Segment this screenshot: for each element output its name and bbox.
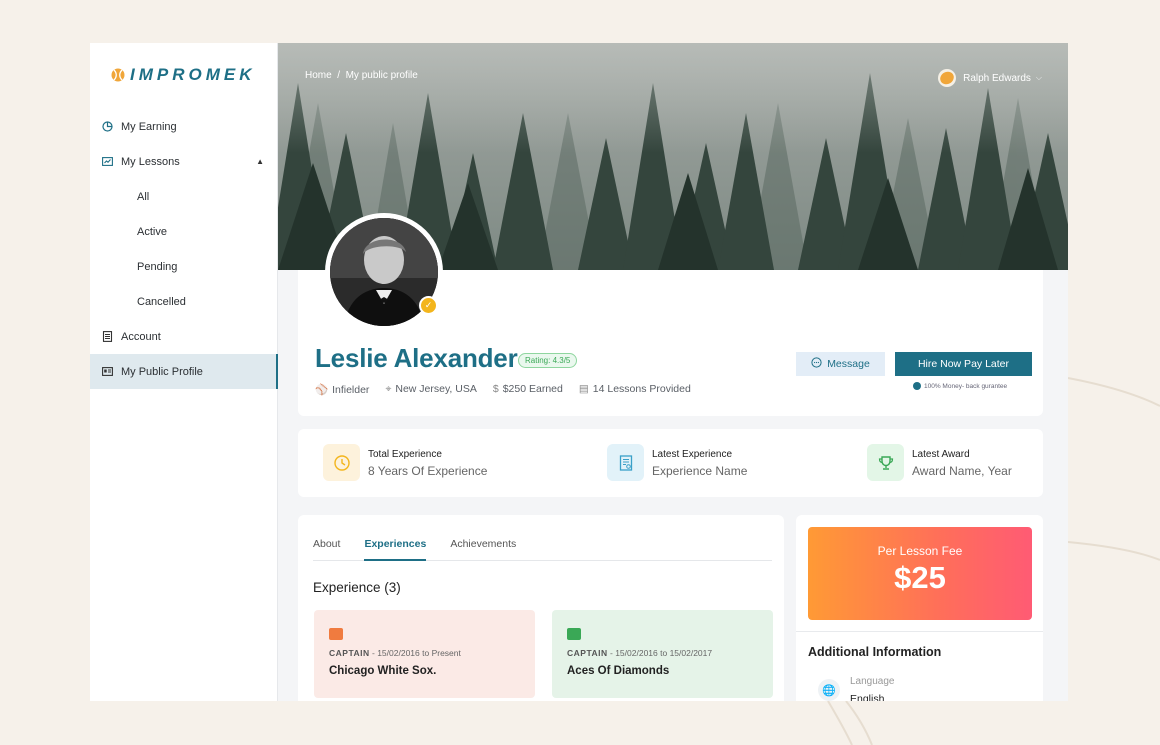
sidebar-item-label: Account <box>121 330 161 343</box>
breadcrumb: Home / My public profile <box>305 70 418 81</box>
tab-achievements[interactable]: Achievements <box>450 538 516 561</box>
sidebar-subitem-pending[interactable]: Pending <box>90 249 278 284</box>
meta-position: ⚾ Infielder <box>315 384 370 396</box>
experience-team: Aces Of Diamonds <box>567 665 670 677</box>
chart-box-icon <box>102 156 113 167</box>
user-avatar <box>938 69 957 87</box>
stat-label: Latest Award <box>912 449 970 460</box>
profile-name: Leslie Alexander <box>315 343 518 373</box>
stat-label: Latest Experience <box>652 449 733 460</box>
sidebar: IMPROMEK My Earning My Lessons ▲ All Act… <box>90 43 278 701</box>
meta-earned: $ $250 Earned <box>492 383 563 395</box>
experience-role: CAPTAIN - 15/02/2016 to Present <box>329 648 461 658</box>
fee-card: Per Lesson Fee $25 Additional Informatio… <box>796 515 1043 701</box>
language-value: English <box>850 693 885 701</box>
id-card-icon <box>102 366 113 377</box>
sidebar-subitem-active[interactable]: Active <box>90 214 278 249</box>
message-button-label: Message <box>827 358 870 370</box>
profile-tabs: About Experiences Achievements <box>313 538 772 561</box>
logo[interactable]: IMPROMEK <box>110 65 256 85</box>
hire-now-button[interactable]: Hire Now Pay Later <box>895 352 1032 376</box>
globe-icon: 🌐 <box>818 679 840 701</box>
stat-label: Total Experience <box>368 449 442 460</box>
chat-bubble-icon <box>811 357 822 371</box>
tab-experiences[interactable]: Experiences <box>364 538 427 561</box>
chevron-down-icon: ⌵ <box>1035 73 1042 82</box>
meta-lessons: ▤ 14 Lessons Provided <box>578 383 691 395</box>
breadcrumb-current: My public profile <box>345 70 418 81</box>
certificate-icon <box>607 444 644 481</box>
profile-meta: ⚾ Infielder ⌖ New Jersey, USA $ $250 Earned… <box>315 383 691 396</box>
calendar-check-icon <box>567 628 581 640</box>
user-menu[interactable]: Ralph Edwards ⌵ <box>938 69 1042 87</box>
money-back-note: 100% Money- back gurantee <box>913 382 1007 390</box>
sidebar-item-label: My Public Profile <box>121 365 203 378</box>
stat-total-experience: Total Experience 8 Years Of Experience <box>323 444 487 481</box>
experience-item[interactable]: CAPTAIN - 15/02/2016 to Present Chicago … <box>314 610 535 698</box>
divider <box>796 631 1043 632</box>
sidebar-item-my-public-profile[interactable]: My Public Profile <box>90 354 278 389</box>
verified-badge-icon: ✓ <box>419 296 438 315</box>
rating-badge: Rating: 4.3/5 <box>518 353 578 368</box>
location-pin-icon: ⌖ <box>385 383 392 395</box>
stat-value: Experience Name <box>652 464 748 478</box>
tab-about[interactable]: About <box>313 538 340 561</box>
sidebar-item-label: Pending <box>137 260 178 273</box>
clock-icon <box>323 444 360 481</box>
message-button[interactable]: Message <box>796 352 885 376</box>
trophy-icon <box>867 444 904 481</box>
stat-latest-award: Latest Award Award Name, Year <box>867 444 1012 481</box>
sidebar-item-label: All <box>137 190 150 203</box>
shield-icon <box>913 382 921 390</box>
app-window: IMPROMEK My Earning My Lessons ▲ All Act… <box>90 43 1068 701</box>
sidebar-item-label: Active <box>137 225 167 238</box>
fee-label: Per Lesson Fee <box>877 544 963 558</box>
stat-value: 8 Years Of Experience <box>368 464 488 478</box>
meta-location: ⌖ New Jersey, USA <box>385 383 477 395</box>
document-icon <box>102 331 113 342</box>
logo-text: IMPROMEK <box>130 65 256 84</box>
sidebar-item-label: Cancelled <box>137 295 186 308</box>
experience-team: Chicago White Sox. <box>329 665 437 677</box>
breadcrumb-home-link[interactable]: Home <box>305 70 332 81</box>
sidebar-item-my-lessons[interactable]: My Lessons ▲ <box>90 144 278 179</box>
calendar-check-icon <box>329 628 343 640</box>
experience-card: About Experiences Achievements Experienc… <box>298 515 784 701</box>
additional-info-title: Additional Information <box>808 645 942 659</box>
per-lesson-fee-banner: Per Lesson Fee $25 <box>808 527 1032 620</box>
experience-role: CAPTAIN - 15/02/2016 to 15/02/2017 <box>567 648 713 658</box>
experience-title: Experience (3) <box>313 580 401 595</box>
baseball-logo-icon <box>111 68 125 82</box>
language-label: Language <box>850 676 895 687</box>
stats-card: Total Experience 8 Years Of Experience L… <box>298 429 1043 497</box>
player-icon: ⚾ <box>315 384 329 396</box>
sidebar-item-account[interactable]: Account <box>90 319 278 354</box>
experience-item[interactable]: CAPTAIN - 15/02/2016 to 15/02/2017 Aces … <box>552 610 773 698</box>
stat-value: Award Name, Year <box>912 464 1012 478</box>
sidebar-item-label: My Lessons <box>121 155 180 168</box>
breadcrumb-separator: / <box>337 70 341 81</box>
chevron-up-icon[interactable]: ▲ <box>256 157 264 166</box>
user-name: Ralph Edwards <box>963 72 1031 84</box>
sidebar-subitem-cancelled[interactable]: Cancelled <box>90 284 278 319</box>
stat-latest-experience: Latest Experience Experience Name <box>607 444 747 481</box>
dollar-circle-icon: $ <box>492 383 499 395</box>
sidebar-item-my-earning[interactable]: My Earning <box>90 109 278 144</box>
list-box-icon: ▤ <box>578 383 589 395</box>
sidebar-subitem-all[interactable]: All <box>90 179 278 214</box>
sidebar-nav: My Earning My Lessons ▲ All Active Pendi… <box>90 109 278 389</box>
pie-chart-icon <box>102 121 113 132</box>
fee-value: $25 <box>894 560 946 595</box>
sidebar-item-label: My Earning <box>121 120 177 133</box>
